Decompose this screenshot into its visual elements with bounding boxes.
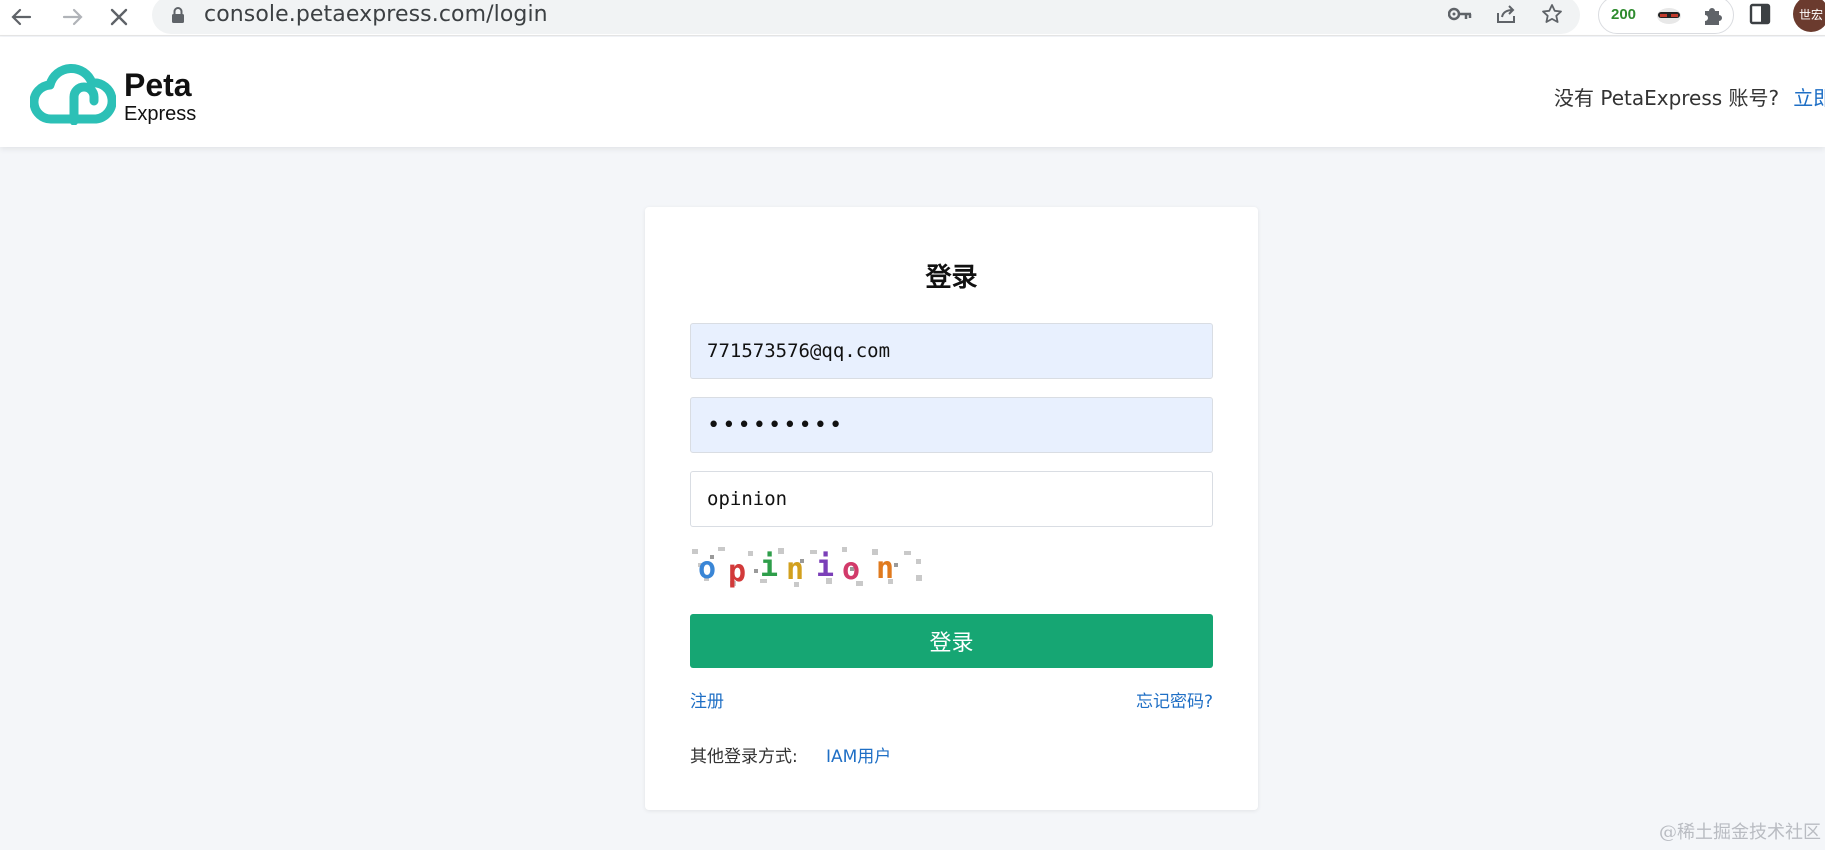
forgot-password-link[interactable]: 忘记密码? bbox=[1136, 687, 1213, 712]
site-header: Peta Express 没有 PetaExpress 账号? 立即 bbox=[0, 37, 1825, 147]
login-title: 登录 bbox=[925, 263, 978, 293]
other-login-methods-label: 其他登录方式: bbox=[690, 747, 798, 767]
captcha-input[interactable]: opinion bbox=[690, 471, 1213, 527]
back-button[interactable] bbox=[4, 2, 38, 32]
url-text: console.petaexpress.com/login bbox=[204, 2, 548, 27]
login-submit-button[interactable]: 登录 bbox=[690, 614, 1213, 668]
close-icon bbox=[110, 8, 128, 26]
register-link[interactable]: 注册 bbox=[690, 687, 724, 712]
forward-button[interactable] bbox=[56, 2, 90, 32]
back-arrow-icon bbox=[11, 8, 32, 26]
stop-loading-button[interactable] bbox=[102, 2, 136, 32]
forward-arrow-icon bbox=[62, 8, 83, 26]
incognito-mask-icon[interactable] bbox=[1655, 4, 1683, 26]
captcha-letter: p bbox=[728, 554, 746, 589]
share-icon bbox=[1497, 5, 1515, 23]
captcha-letter: n bbox=[786, 552, 804, 587]
star-icon bbox=[1542, 4, 1562, 23]
side-panel-icon bbox=[1749, 3, 1771, 25]
status-code-extension[interactable]: 200 bbox=[1611, 6, 1636, 23]
lock-icon bbox=[172, 7, 184, 23]
password-field[interactable]: ••••••••• bbox=[690, 397, 1213, 453]
logo-text-peta: Peta bbox=[124, 67, 192, 103]
puzzle-piece-icon[interactable] bbox=[1701, 3, 1725, 27]
captcha-letter: o bbox=[698, 551, 716, 586]
password-key-button[interactable] bbox=[1446, 0, 1474, 28]
captcha-letter: i bbox=[816, 549, 834, 584]
email-field[interactable]: 771573576@qq.com bbox=[690, 323, 1213, 379]
signup-prompt: 没有 PetaExpress 账号? 立即 bbox=[1554, 82, 1825, 111]
captcha-letter: i bbox=[760, 549, 778, 584]
captcha-letter: o bbox=[842, 552, 860, 587]
iam-user-link[interactable]: IAM用户 bbox=[826, 742, 891, 767]
signup-link[interactable]: 立即 bbox=[1793, 86, 1825, 110]
captcha-letters: o p i n i o n bbox=[698, 549, 894, 589]
profile-avatar[interactable]: 世宏 bbox=[1793, 0, 1825, 32]
captcha-letter: n bbox=[876, 551, 894, 586]
browser-toolbar: console.petaexpress.com/login 200 世宏 bbox=[0, 0, 1825, 36]
no-account-text: 没有 PetaExpress 账号? bbox=[1554, 86, 1780, 110]
extensions-group: 200 bbox=[1598, 0, 1734, 34]
address-bar[interactable]: console.petaexpress.com/login bbox=[152, 0, 1580, 34]
logo-text-express: Express bbox=[124, 103, 197, 125]
captcha-image[interactable]: o p i n i o n bbox=[690, 545, 926, 589]
share-button[interactable] bbox=[1492, 0, 1520, 28]
bookmark-button[interactable] bbox=[1538, 0, 1566, 28]
login-card: 登录 771573576@qq.com ••••••••• opinion o … bbox=[645, 207, 1258, 810]
key-icon bbox=[1448, 7, 1472, 21]
side-panel-button[interactable] bbox=[1748, 2, 1772, 31]
petaexpress-logo-icon[interactable] bbox=[30, 61, 116, 125]
watermark: @稀土掘金技术社区 bbox=[1659, 822, 1821, 843]
